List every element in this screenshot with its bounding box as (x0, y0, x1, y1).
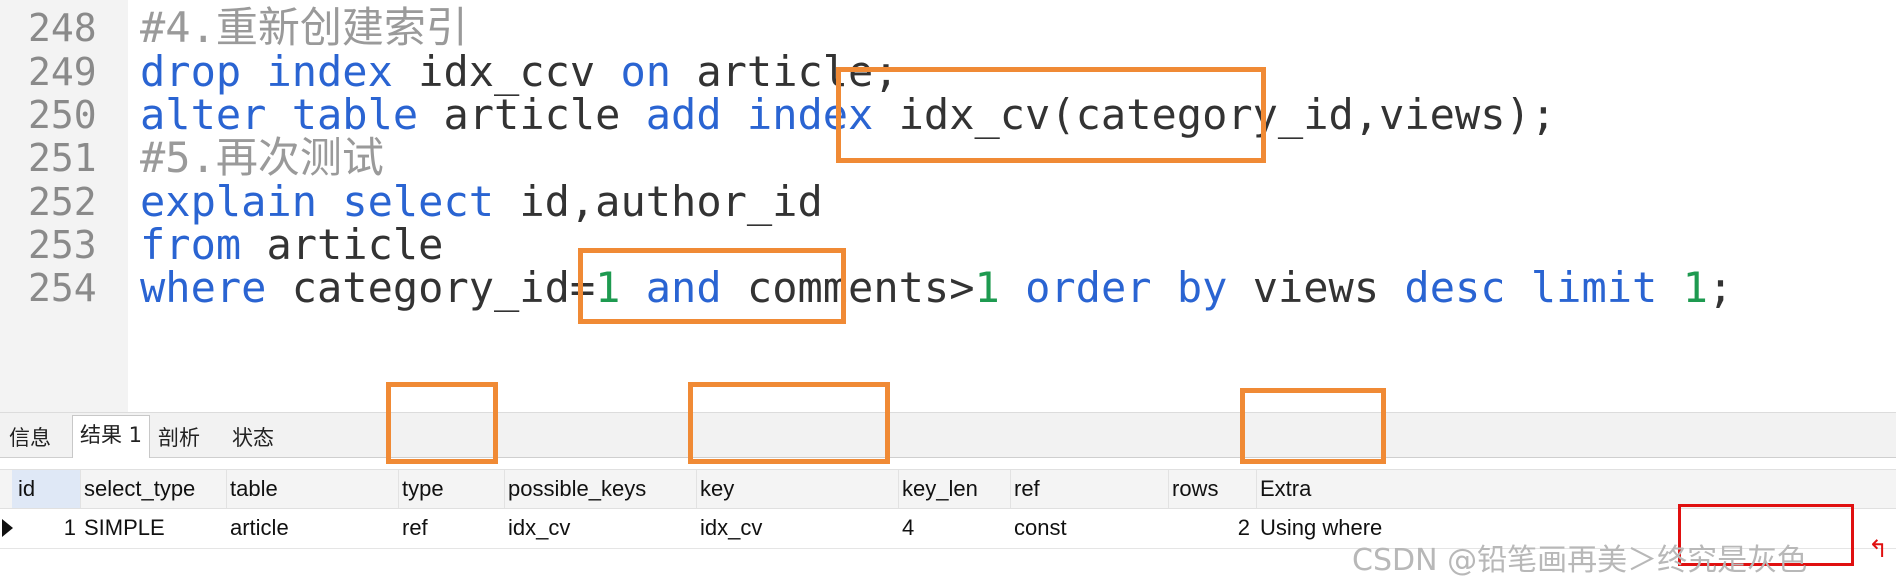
cell-ref[interactable]: const (1014, 509, 1172, 547)
red-arrow-icon: ↰ (1868, 536, 1889, 563)
sql-identifier (1152, 263, 1177, 312)
column-divider[interactable] (504, 470, 505, 508)
tab-status[interactable]: 状态 (222, 419, 284, 459)
comment-text: 再次测试 (215, 133, 384, 182)
sql-number: 1 (974, 263, 1000, 312)
sql-identifier (620, 263, 645, 312)
sql-number: 1 (1682, 263, 1708, 312)
column-header-rows[interactable]: rows (1172, 470, 1260, 508)
column-header-select-type[interactable]: select_type (84, 470, 230, 508)
sql-editor[interactable]: 248 #4.重新创建索引 249 drop index idx_ccv on art… (0, 0, 1896, 412)
column-divider[interactable] (696, 470, 697, 508)
column-divider[interactable] (398, 470, 399, 508)
cell-table[interactable]: article (230, 509, 402, 547)
cell-select-type[interactable]: SIMPLE (84, 509, 230, 547)
sql-identifier: category_id= (266, 263, 596, 312)
sql-comment: 再次测试 (216, 133, 384, 182)
cell-id[interactable]: 1 (14, 509, 76, 547)
column-header-ref[interactable]: ref (1014, 470, 1172, 508)
column-divider[interactable] (226, 470, 227, 508)
result-tab-bar: 信息 结果 1 剖析 状态 (0, 412, 1896, 459)
grid-header-row: id select_type table type possible_keys key ke… (0, 469, 1896, 509)
sql-comment: 重新创建索引 (216, 3, 468, 52)
sql-identifier (1657, 263, 1682, 312)
column-header-possible-keys[interactable]: possible_keys (508, 470, 700, 508)
sql-keyword: limit (1530, 263, 1658, 312)
sql-keyword: where (140, 263, 267, 312)
watermark: CSDN @铅笔画再美＞终究是灰色 (1352, 543, 1808, 578)
code-area[interactable]: 248 #4.重新创建索引 249 drop index idx_ccv on art… (0, 0, 1896, 412)
sql-identifier (1506, 263, 1531, 312)
sql-comment: #4. (140, 3, 216, 52)
tab-result-1[interactable]: 结果 1 (72, 415, 150, 459)
column-header-id[interactable]: id (12, 470, 80, 508)
cell-type[interactable]: ref (402, 509, 508, 547)
column-header-table[interactable]: table (230, 470, 402, 508)
line-number: 254 (28, 266, 97, 310)
current-row-arrow-icon (2, 519, 13, 537)
column-divider[interactable] (80, 470, 81, 508)
column-divider[interactable] (898, 470, 899, 508)
cell-possible-keys[interactable]: idx_cv (508, 509, 700, 547)
sql-comment: #5. (140, 133, 216, 182)
tab-profile[interactable]: 剖析 (152, 419, 206, 459)
column-header-type[interactable]: type (402, 470, 508, 508)
cell-key-len[interactable]: 4 (902, 509, 1014, 547)
cell-rows[interactable]: 2 (1168, 509, 1250, 547)
cell-key[interactable]: idx_cv (700, 509, 902, 547)
code-line[interactable]: 254 where category_id=1 and comments>1 or… (0, 262, 1896, 314)
sql-identifier: ; (1707, 263, 1734, 312)
comment-text: 重新创建索引 (215, 3, 468, 52)
sql-keyword: order (1025, 263, 1152, 312)
sql-keyword: by (1176, 263, 1228, 312)
tab-info[interactable]: 信息 (2, 419, 58, 459)
sql-keyword: and (645, 263, 722, 312)
code-text: where category_id=1 and comments>1 order… (140, 262, 1733, 314)
sql-number: 1 (595, 263, 621, 312)
sql-identifier (1000, 263, 1025, 312)
sql-identifier: comments> (721, 263, 975, 312)
column-divider[interactable] (1010, 470, 1011, 508)
column-header-key[interactable]: key (700, 470, 902, 508)
column-divider[interactable] (1256, 470, 1257, 508)
column-divider[interactable] (1168, 470, 1169, 508)
column-header-extra[interactable]: Extra (1260, 470, 1400, 508)
sql-identifier: views (1227, 263, 1405, 312)
sql-keyword: desc (1404, 263, 1506, 312)
column-header-key-len[interactable]: key_len (902, 470, 1014, 508)
